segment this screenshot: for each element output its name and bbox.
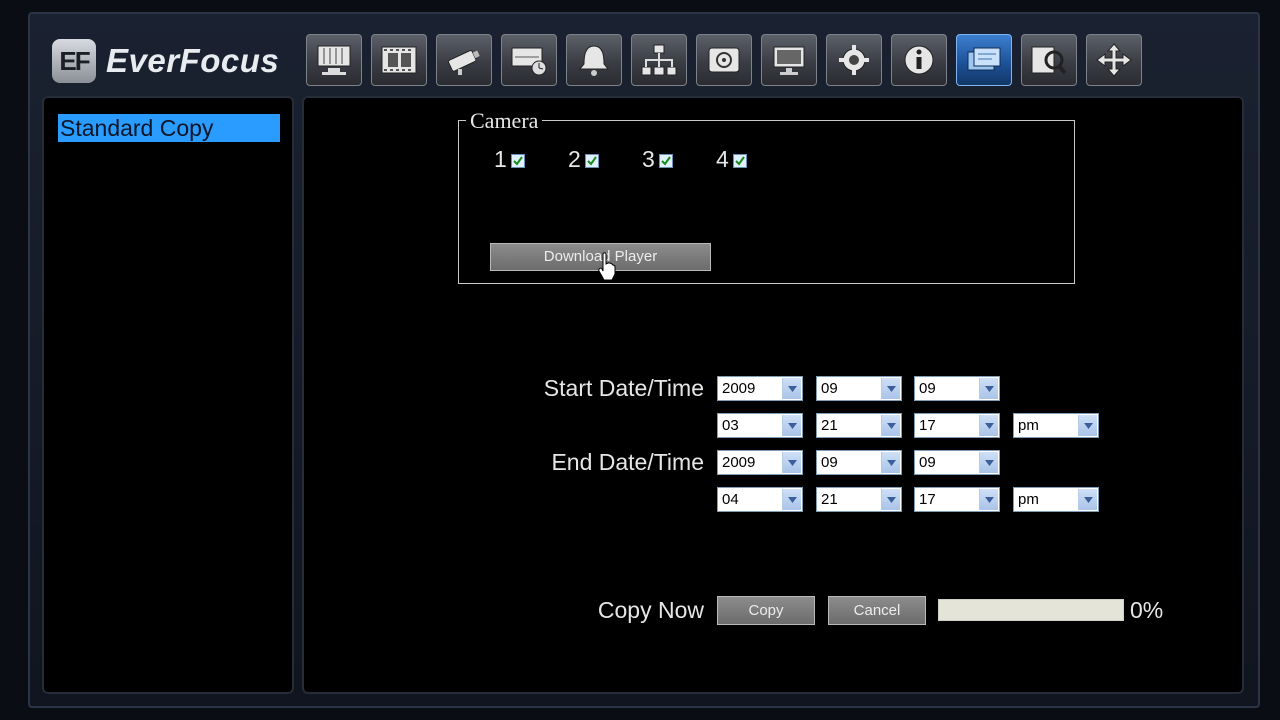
- network-icon: [641, 44, 677, 76]
- main-toolbar: [306, 34, 1142, 86]
- live-view-button[interactable]: [306, 34, 362, 86]
- camera-number: 2: [568, 146, 581, 172]
- select-value: 09: [821, 380, 838, 397]
- sidebar-item-standard-copy[interactable]: Standard Copy: [58, 114, 280, 142]
- camera-4-checkbox[interactable]: [732, 154, 747, 168]
- playback-button[interactable]: [371, 34, 427, 86]
- select-value: 09: [919, 454, 936, 471]
- sidebar: Standard Copy: [42, 96, 294, 694]
- film-icon: [381, 46, 417, 74]
- check-icon: [735, 156, 745, 166]
- camera-1-checkbox[interactable]: [510, 154, 525, 168]
- disk-icon: [708, 47, 740, 73]
- end-year-select[interactable]: 2009: [717, 450, 803, 475]
- camera-2-checkbox[interactable]: [584, 154, 599, 168]
- camera-number: 3: [642, 146, 655, 172]
- camera-option-3: 3: [642, 146, 673, 173]
- start-datetime-label: Start Date/Time: [543, 375, 704, 401]
- end-second-select[interactable]: 17: [914, 487, 1000, 512]
- backup-button[interactable]: [956, 34, 1012, 86]
- chevron-down-icon: [979, 415, 998, 436]
- end-day-select[interactable]: 09: [914, 450, 1000, 475]
- select-value: pm: [1018, 417, 1039, 434]
- select-value: 09: [919, 380, 936, 397]
- disk-button[interactable]: [696, 34, 752, 86]
- gear-icon: [839, 45, 869, 75]
- camera-option-1: 1: [494, 146, 525, 173]
- select-value: pm: [1018, 491, 1039, 508]
- end-hour-select[interactable]: 04: [717, 487, 803, 512]
- start-day-select[interactable]: 09: [914, 376, 1000, 401]
- check-icon: [661, 156, 671, 166]
- chevron-down-icon: [881, 378, 900, 399]
- chevron-down-icon: [1078, 415, 1097, 436]
- search-button[interactable]: [1021, 34, 1077, 86]
- camera-3-checkbox[interactable]: [658, 154, 673, 168]
- copy-button[interactable]: Copy: [717, 596, 815, 625]
- display-button[interactable]: [761, 34, 817, 86]
- copy-progress-bar: [938, 599, 1124, 621]
- chevron-down-icon: [782, 378, 801, 399]
- camera-button[interactable]: [436, 34, 492, 86]
- record-schedule-icon: [511, 47, 547, 76]
- everfocus-logo: EF EverFocus: [52, 36, 279, 86]
- camera-option-4: 4: [716, 146, 747, 173]
- end-datetime-label: End Date/Time: [551, 449, 704, 475]
- select-value: 17: [919, 491, 936, 508]
- chevron-down-icon: [881, 415, 900, 436]
- system-button[interactable]: [826, 34, 882, 86]
- start-minute-select[interactable]: 21: [816, 413, 902, 438]
- end-minute-select[interactable]: 21: [816, 487, 902, 512]
- ptz-button[interactable]: [1086, 34, 1142, 86]
- logo-text: EverFocus: [106, 42, 280, 79]
- start-month-select[interactable]: 09: [816, 376, 902, 401]
- progress-percent: 0%: [1130, 597, 1164, 623]
- chevron-down-icon: [979, 378, 998, 399]
- display-icon: [773, 46, 805, 75]
- alarm-button[interactable]: [566, 34, 622, 86]
- select-value: 03: [722, 417, 739, 434]
- logo-mark: EF: [52, 39, 96, 83]
- camera-icon: [448, 50, 480, 75]
- bell-icon: [578, 45, 610, 76]
- end-month-select[interactable]: 09: [816, 450, 902, 475]
- record-schedule-button[interactable]: [501, 34, 557, 86]
- search-icon: [1031, 46, 1067, 75]
- select-value: 2009: [722, 454, 756, 471]
- chevron-down-icon: [782, 452, 801, 473]
- chevron-down-icon: [881, 489, 900, 510]
- select-value: 04: [722, 491, 739, 508]
- start-hour-select[interactable]: 03: [717, 413, 803, 438]
- move-arrows-icon: [1096, 43, 1132, 77]
- chevron-down-icon: [782, 489, 801, 510]
- camera-legend: Camera: [466, 108, 543, 134]
- hand-cursor-icon: [598, 252, 616, 281]
- select-value: 2009: [722, 380, 756, 397]
- end-ampm-select[interactable]: pm: [1013, 487, 1099, 512]
- start-second-select[interactable]: 17: [914, 413, 1000, 438]
- chevron-down-icon: [881, 452, 900, 473]
- chevron-down-icon: [979, 452, 998, 473]
- check-icon: [513, 156, 523, 166]
- start-ampm-select[interactable]: pm: [1013, 413, 1099, 438]
- check-icon: [587, 156, 597, 166]
- cancel-button[interactable]: Cancel: [828, 596, 926, 625]
- select-value: 21: [821, 417, 838, 434]
- select-value: 21: [821, 491, 838, 508]
- select-value: 09: [821, 454, 838, 471]
- chevron-down-icon: [1078, 489, 1097, 510]
- info-icon: [904, 45, 934, 75]
- network-button[interactable]: [631, 34, 687, 86]
- start-year-select[interactable]: 2009: [717, 376, 803, 401]
- copy-now-label: Copy Now: [597, 597, 704, 623]
- info-button[interactable]: [891, 34, 947, 86]
- backup-icon: [967, 47, 1001, 71]
- camera-number: 1: [494, 146, 507, 172]
- select-value: 17: [919, 417, 936, 434]
- camera-option-2: 2: [568, 146, 599, 173]
- chevron-down-icon: [782, 415, 801, 436]
- chevron-down-icon: [979, 489, 998, 510]
- camera-number: 4: [716, 146, 729, 172]
- monitor-icon: [317, 45, 351, 75]
